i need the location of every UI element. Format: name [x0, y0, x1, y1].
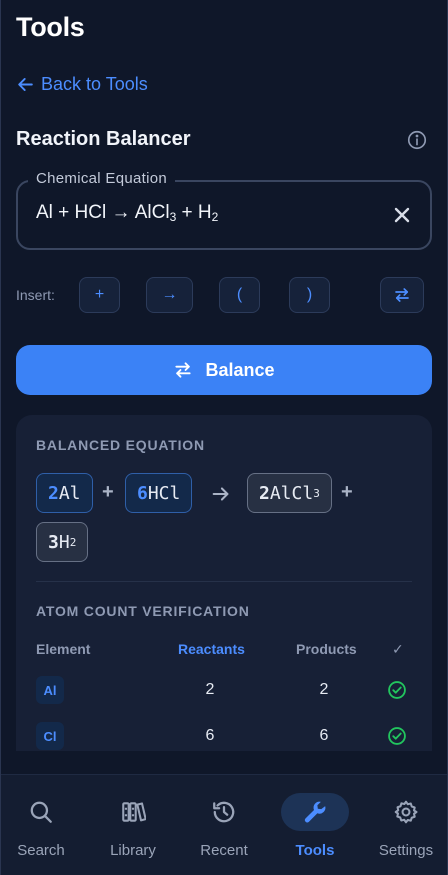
gear-icon	[372, 793, 440, 831]
chemical-equation-value[interactable]: Al + HCl → AlCl3 + H2	[36, 202, 218, 224]
arrow-right-icon	[212, 487, 229, 501]
nav-item-settings[interactable]: Settings	[362, 793, 448, 859]
bottom-nav: Search Library Recent Tools Settings	[1, 774, 447, 875]
back-link-label: Back to Tools	[41, 74, 148, 94]
term-coefficient: 2	[48, 482, 59, 504]
reactant-count: 6	[205, 727, 215, 744]
chemical-equation-label: Chemical Equation	[28, 170, 176, 187]
nav-item-tools[interactable]: Tools	[271, 793, 359, 859]
equation-term: 6 HCl	[125, 473, 193, 513]
term-formula: HCl	[147, 482, 181, 504]
nav-item-recent[interactable]: Recent	[180, 793, 268, 859]
reactant-count: 2	[205, 681, 215, 698]
back-to-tools-link[interactable]: Back to Tools	[16, 74, 148, 95]
insert-plus-button[interactable]: +	[79, 277, 120, 313]
product-count: 2	[319, 681, 329, 698]
equation-subscript: 2	[211, 210, 219, 224]
plus-sign: +	[102, 481, 114, 503]
balanced-equation-heading: BALANCED EQUATION	[36, 437, 205, 453]
swap-icon	[175, 362, 192, 378]
search-icon	[7, 793, 75, 831]
term-subscript: 3	[313, 486, 320, 500]
term-coefficient: 6	[137, 482, 148, 504]
section-title: Reaction Balancer	[16, 128, 191, 150]
insert-arrow-button[interactable]: →	[146, 277, 193, 313]
arrow-left-icon	[18, 78, 33, 91]
term-subscript: 2	[69, 535, 77, 549]
clear-icon[interactable]	[390, 203, 414, 227]
term-formula: Al	[58, 482, 81, 504]
column-header-check: ✓	[392, 641, 404, 657]
equation-term: 2 AlCl 3	[247, 473, 332, 513]
nav-item-search[interactable]: Search	[0, 793, 85, 859]
term-coefficient: 2	[259, 482, 270, 504]
app-title: Tools	[16, 12, 85, 42]
wrench-icon	[281, 793, 349, 831]
check-circle-icon	[388, 727, 406, 745]
divider	[36, 581, 412, 582]
verification-heading: ATOM COUNT VERIFICATION	[36, 603, 250, 619]
term-formula: AlCl	[269, 482, 314, 504]
element-badge: Cl	[36, 722, 64, 750]
nav-label: Library	[110, 842, 156, 859]
swap-sides-button[interactable]	[380, 277, 424, 313]
column-header-element: Element	[36, 641, 91, 657]
nav-label: Recent	[200, 842, 248, 859]
column-header-reactants: Reactants	[178, 641, 245, 657]
check-circle-icon	[388, 681, 406, 699]
element-badge: Al	[36, 676, 64, 704]
nav-item-library[interactable]: Library	[89, 793, 177, 859]
equation-term: 3H2	[36, 522, 89, 562]
info-icon[interactable]	[406, 129, 428, 151]
equation-text-part: + H	[176, 202, 212, 223]
term-coefficient: 3	[48, 531, 59, 553]
library-icon	[99, 793, 167, 831]
nav-label: Tools	[295, 842, 335, 859]
plus-sign: +	[341, 481, 353, 503]
result-card: BALANCED EQUATION 2 Al + 6 HCl 2 AlCl 3 + 3H…	[16, 415, 432, 751]
column-header-products: Products	[296, 641, 357, 657]
insert-open-paren-button[interactable]: (	[219, 277, 260, 313]
insert-close-paren-button[interactable]: )	[289, 277, 330, 313]
term-formula: H	[58, 531, 70, 553]
swap-icon	[395, 288, 409, 302]
balance-button[interactable]: Balance	[16, 345, 432, 395]
balance-button-label: Balance	[205, 359, 275, 380]
nav-label: Settings	[378, 842, 434, 859]
nav-label: Search	[17, 842, 65, 859]
product-count: 6	[319, 727, 329, 744]
equation-term: 2 Al	[36, 473, 93, 513]
insert-label: Insert:	[16, 287, 55, 303]
history-icon	[190, 793, 258, 831]
equation-text-part: Al + HCl → AlCl	[36, 202, 170, 223]
